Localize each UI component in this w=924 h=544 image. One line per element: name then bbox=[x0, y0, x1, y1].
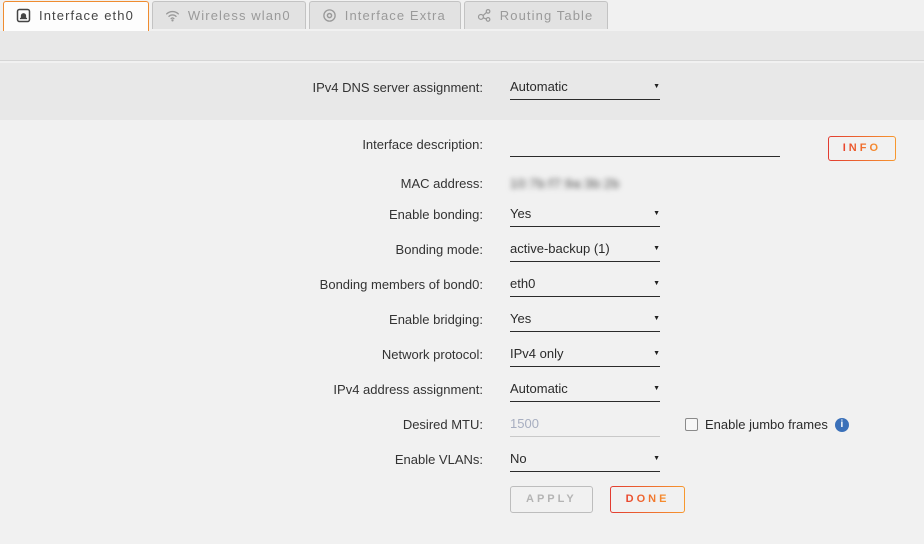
network-protocol-select[interactable]: IPv4 only ▼ bbox=[510, 346, 660, 367]
desired-mtu-row: Desired MTU: 1500 Enable jumbo frames i bbox=[0, 416, 924, 437]
ipv4-assignment-row: IPv4 address assignment: Automatic ▼ bbox=[0, 381, 924, 402]
dns-assignment-select[interactable]: Automatic ▼ bbox=[510, 79, 660, 100]
ipv4-assignment-select[interactable]: Automatic ▼ bbox=[510, 381, 660, 402]
select-value: Automatic bbox=[510, 381, 568, 396]
select-arrow-icon: ▼ bbox=[653, 276, 660, 291]
enable-vlans-label: Enable VLANs: bbox=[0, 451, 510, 468]
enable-bonding-label: Enable bonding: bbox=[0, 206, 510, 223]
enable-bridging-select[interactable]: Yes ▼ bbox=[510, 311, 660, 332]
tab-label: Routing Table bbox=[500, 8, 594, 23]
info-circle-icon[interactable]: i bbox=[835, 418, 849, 432]
bonding-mode-row: Bonding mode: active-backup (1) ▼ bbox=[0, 241, 924, 262]
tab-bar: Interface eth0 Wireless wlan0 Interface … bbox=[0, 0, 924, 31]
wifi-icon bbox=[165, 8, 180, 23]
select-value: eth0 bbox=[510, 276, 535, 291]
info-button-label: INFO bbox=[843, 142, 881, 154]
network-protocol-label: Network protocol: bbox=[0, 346, 510, 363]
select-arrow-icon: ▼ bbox=[653, 241, 660, 256]
select-value: IPv4 only bbox=[510, 346, 563, 361]
tab-label: Interface eth0 bbox=[39, 8, 134, 23]
interface-description-row: Interface description: INFO bbox=[0, 136, 924, 161]
bonding-members-select[interactable]: eth0 ▼ bbox=[510, 276, 660, 297]
select-arrow-icon: ▼ bbox=[653, 346, 660, 361]
dns-assignment-label: IPv4 DNS server assignment: bbox=[0, 79, 510, 96]
jumbo-checkbox[interactable] bbox=[685, 418, 698, 431]
ethernet-port-icon bbox=[16, 8, 31, 23]
info-button[interactable]: INFO bbox=[828, 136, 896, 161]
enable-bridging-label: Enable bridging: bbox=[0, 311, 510, 328]
select-value: Yes bbox=[510, 311, 531, 326]
section-strip bbox=[0, 31, 924, 61]
bonding-mode-select[interactable]: active-backup (1) ▼ bbox=[510, 241, 660, 262]
select-value: active-backup (1) bbox=[510, 241, 610, 256]
tab-label: Interface Extra bbox=[345, 8, 446, 23]
share-nodes-icon bbox=[477, 8, 492, 23]
desired-mtu-label: Desired MTU: bbox=[0, 416, 510, 433]
mtu-value: 1500 bbox=[510, 416, 539, 431]
jumbo-frames-group: Enable jumbo frames i bbox=[685, 417, 849, 432]
target-icon bbox=[322, 8, 337, 23]
select-arrow-icon: ▼ bbox=[653, 381, 660, 396]
apply-button[interactable]: APPLY bbox=[510, 486, 593, 513]
select-value: Automatic bbox=[510, 79, 568, 94]
enable-bonding-row: Enable bonding: Yes ▼ bbox=[0, 206, 924, 227]
bonding-members-label: Bonding members of bond0: bbox=[0, 276, 510, 293]
done-button-label: DONE bbox=[626, 493, 670, 505]
bonding-members-row: Bonding members of bond0: eth0 ▼ bbox=[0, 276, 924, 297]
select-arrow-icon: ▼ bbox=[653, 206, 660, 221]
enable-bridging-row: Enable bridging: Yes ▼ bbox=[0, 311, 924, 332]
desired-mtu-input: 1500 bbox=[510, 416, 660, 437]
mac-address-label: MAC address: bbox=[0, 175, 510, 192]
tab-interface-eth0[interactable]: Interface eth0 bbox=[3, 1, 149, 31]
form-actions: APPLY DONE bbox=[510, 486, 924, 513]
mac-address-row: MAC address: 10:7b:f7:9a:3b:2b bbox=[0, 175, 924, 192]
tab-wireless-wlan0[interactable]: Wireless wlan0 bbox=[152, 1, 306, 29]
select-value: Yes bbox=[510, 206, 531, 221]
interface-settings-form: Interface description: INFO MAC address:… bbox=[0, 120, 924, 513]
enable-vlans-row: Enable VLANs: No ▼ bbox=[0, 451, 924, 472]
enable-vlans-select[interactable]: No ▼ bbox=[510, 451, 660, 472]
jumbo-label: Enable jumbo frames bbox=[705, 417, 828, 432]
tab-interface-extra[interactable]: Interface Extra bbox=[309, 1, 461, 29]
tab-label: Wireless wlan0 bbox=[188, 8, 291, 23]
bonding-mode-label: Bonding mode: bbox=[0, 241, 510, 258]
select-arrow-icon: ▼ bbox=[653, 451, 660, 466]
enable-bonding-select[interactable]: Yes ▼ bbox=[510, 206, 660, 227]
select-arrow-icon: ▼ bbox=[653, 79, 660, 94]
interface-description-input[interactable] bbox=[510, 136, 780, 157]
done-button[interactable]: DONE bbox=[610, 486, 686, 513]
dns-section: IPv4 DNS server assignment: Automatic ▼ bbox=[0, 63, 924, 120]
ipv4-assignment-label: IPv4 address assignment: bbox=[0, 381, 510, 398]
select-value: No bbox=[510, 451, 527, 466]
tab-routing-table[interactable]: Routing Table bbox=[464, 1, 609, 29]
interface-description-label: Interface description: bbox=[0, 136, 510, 153]
network-protocol-row: Network protocol: IPv4 only ▼ bbox=[0, 346, 924, 367]
mac-address-value: 10:7b:f7:9a:3b:2b bbox=[510, 175, 620, 192]
select-arrow-icon: ▼ bbox=[653, 311, 660, 326]
